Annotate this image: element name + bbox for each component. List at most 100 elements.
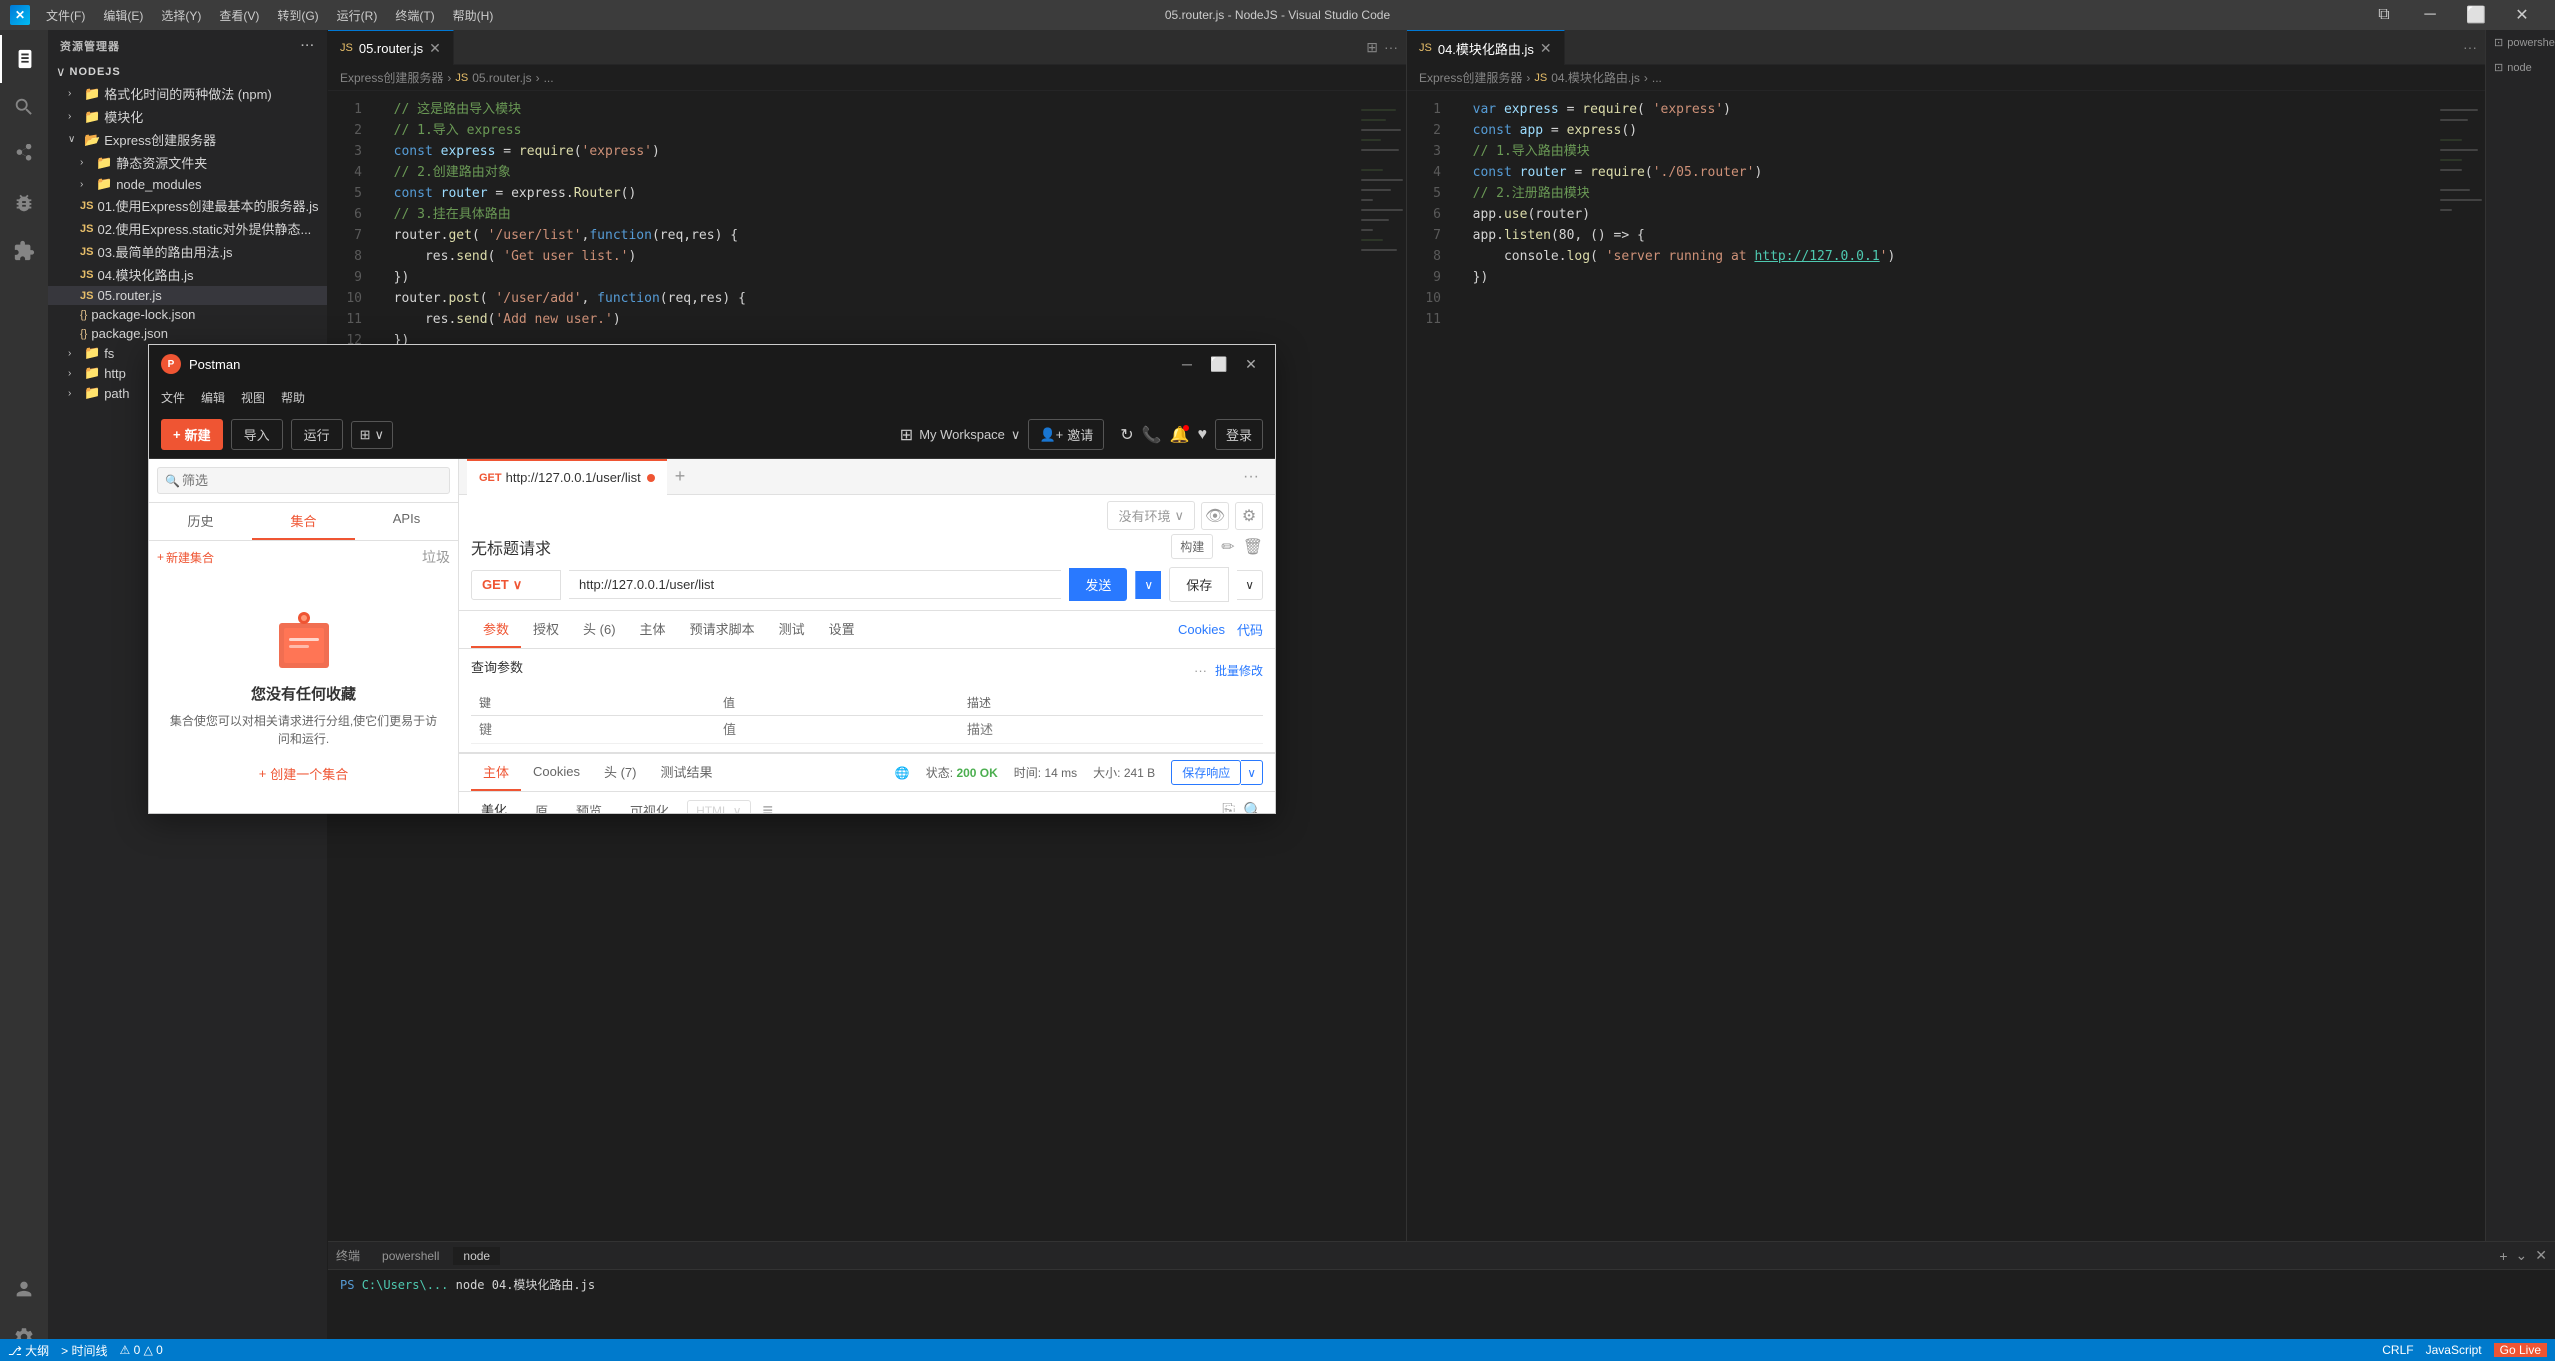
- pencil-icon[interactable]: ✏: [1221, 537, 1234, 557]
- new-collection-btn[interactable]: + 新建集合: [157, 549, 214, 566]
- request-tab-active[interactable]: GET http://127.0.0.1/user/list: [467, 459, 667, 495]
- save-dropdown-btn[interactable]: ∨: [1237, 570, 1263, 600]
- postman-workspace-selector[interactable]: ⊞ My Workspace ∨: [900, 425, 1021, 445]
- resp-format-beautify[interactable]: 美化: [471, 796, 517, 813]
- activity-explorer[interactable]: [0, 35, 48, 83]
- nodejs-root[interactable]: ∨ NODEJS: [48, 62, 327, 82]
- postman-menu-help[interactable]: 帮助: [281, 389, 305, 406]
- response-tab-test-results[interactable]: 测试结果: [649, 754, 725, 791]
- postman-new-button[interactable]: + 新建: [161, 419, 223, 450]
- save-response-btn[interactable]: 保存响应: [1171, 760, 1241, 785]
- param-tab-tests[interactable]: 测试: [767, 611, 817, 648]
- build-btn[interactable]: 构建: [1171, 534, 1213, 559]
- window-layout-btn[interactable]: ⧉: [2361, 0, 2407, 30]
- save-response-dropdown[interactable]: ∨: [1241, 760, 1263, 785]
- menu-view[interactable]: 查看(V): [211, 5, 267, 26]
- response-tab-cookies[interactable]: Cookies: [521, 756, 592, 789]
- sidebar-item-format[interactable]: › 📁 格式化时间的两种做法 (npm): [48, 82, 327, 105]
- postman-minimize-btn[interactable]: ─: [1175, 352, 1199, 376]
- postman-restore-btn[interactable]: ⬜: [1207, 352, 1231, 376]
- send-button[interactable]: 发送: [1069, 568, 1127, 601]
- code-content-right[interactable]: 12345 678910 11 var express = require( '…: [1407, 91, 2485, 1241]
- url-input[interactable]: [569, 570, 1061, 599]
- param-tab-pre-request[interactable]: 预请求脚本: [678, 611, 767, 648]
- format-select[interactable]: HTML ∨: [687, 800, 750, 814]
- create-collection-btn[interactable]: + 创建一个集合: [259, 764, 349, 783]
- param-tab-auth[interactable]: 授权: [521, 611, 571, 648]
- delete-icon[interactable]: 🗑: [1243, 537, 1263, 557]
- tab-close-btn[interactable]: ✕: [429, 40, 441, 57]
- postman-layout-button[interactable]: ⊞ ∨: [351, 421, 393, 449]
- sidebar-item-03[interactable]: JS 03.最简单的路由用法.js: [48, 240, 327, 263]
- postman-menu-file[interactable]: 文件: [161, 389, 185, 406]
- activity-search[interactable]: [0, 83, 48, 131]
- menu-goto[interactable]: 转到(G): [269, 5, 326, 26]
- sidebar-item-module[interactable]: › 📁 模块化: [48, 105, 327, 128]
- menu-run[interactable]: 运行(R): [329, 5, 386, 26]
- trash-btn[interactable]: 垃圾: [422, 547, 450, 567]
- activity-git[interactable]: [0, 131, 48, 179]
- menu-edit[interactable]: 编辑(E): [95, 5, 151, 26]
- sidebar-item-node-modules[interactable]: › 📁 node_modules: [48, 174, 327, 194]
- tab-more-icon2[interactable]: ···: [2463, 39, 2477, 55]
- param-tab-body[interactable]: 主体: [628, 611, 678, 648]
- param-value-input[interactable]: [723, 722, 951, 737]
- sidebar-item-express[interactable]: ∨ 📂 Express创建服务器: [48, 128, 327, 151]
- resp-format-visualize[interactable]: 可视化: [620, 797, 679, 813]
- method-select[interactable]: GET ∨: [471, 570, 561, 600]
- status-timeline[interactable]: > 时间线: [61, 1342, 107, 1359]
- param-key-input[interactable]: [479, 722, 707, 737]
- search-response-icon[interactable]: 🔍: [1243, 801, 1263, 814]
- terminal-tab-powershell[interactable]: powershell: [372, 1247, 449, 1265]
- split-editor-icon[interactable]: ⊞: [1366, 39, 1378, 56]
- phone-icon[interactable]: 📞: [1142, 425, 1162, 445]
- menu-help[interactable]: 帮助(H): [445, 5, 502, 26]
- window-minimize-btn[interactable]: ─: [2407, 0, 2453, 30]
- search-input[interactable]: [157, 467, 450, 494]
- sidebar-item-static[interactable]: › 📁 静态资源文件夹: [48, 151, 327, 174]
- activity-extensions[interactable]: [0, 227, 48, 275]
- terminal-tab-node[interactable]: node: [453, 1247, 500, 1265]
- sidebar-item-02[interactable]: JS 02.使用Express.static对外提供静态...: [48, 217, 327, 240]
- tab-close-btn2[interactable]: ✕: [1540, 40, 1552, 57]
- response-tab-body[interactable]: 主体: [471, 754, 521, 791]
- param-tab-params[interactable]: 参数: [471, 611, 521, 648]
- save-button[interactable]: 保存: [1169, 567, 1229, 602]
- status-crlf[interactable]: CRLF: [2382, 1343, 2413, 1357]
- sidebar-item-05[interactable]: JS 05.router.js: [48, 286, 327, 305]
- sidebar-item-package[interactable]: {} package.json: [48, 324, 327, 343]
- postman-import-button[interactable]: 导入: [231, 419, 283, 450]
- wrap-icon[interactable]: ≡: [763, 800, 774, 813]
- window-close-btn[interactable]: ✕: [2499, 0, 2545, 30]
- resp-format-preview[interactable]: 预览: [566, 797, 612, 813]
- param-tab-headers[interactable]: 头 (6): [571, 611, 628, 648]
- status-lang[interactable]: JavaScript: [2426, 1343, 2482, 1357]
- cookies-link[interactable]: Cookies: [1178, 622, 1225, 637]
- postman-menu-edit[interactable]: 编辑: [201, 389, 225, 406]
- copy-icon[interactable]: ⎘: [1222, 802, 1235, 814]
- postman-close-btn[interactable]: ✕: [1239, 352, 1263, 376]
- sidebar-item-01[interactable]: JS 01.使用Express创建最基本的服务器.js: [48, 194, 327, 217]
- postman-tab-apis[interactable]: APIs: [355, 503, 458, 540]
- param-tab-settings[interactable]: 设置: [817, 611, 867, 648]
- activity-debug[interactable]: [0, 179, 48, 227]
- sidebar-more-icon[interactable]: ···: [301, 40, 315, 52]
- status-git[interactable]: ⎇ 大纲: [8, 1342, 49, 1359]
- bulk-edit-btn[interactable]: 批量修改: [1215, 662, 1263, 679]
- env-selector[interactable]: 没有环境 ∨: [1107, 501, 1195, 530]
- terminal-more-btn[interactable]: ⌄: [2516, 1247, 2528, 1264]
- code-link[interactable]: 代码: [1237, 620, 1263, 639]
- menu-select[interactable]: 选择(Y): [153, 5, 209, 26]
- response-tab-headers[interactable]: 头 (7): [592, 754, 649, 791]
- more-options-icon[interactable]: ···: [1194, 663, 1207, 678]
- menu-terminal[interactable]: 终端(T): [387, 5, 442, 26]
- env-eye-btn[interactable]: 👁: [1201, 502, 1229, 530]
- postman-signin-button[interactable]: 登录: [1215, 419, 1263, 450]
- request-tab-add-btn[interactable]: +: [667, 466, 694, 487]
- heart-icon[interactable]: ♥: [1197, 426, 1207, 444]
- param-desc-input[interactable]: [967, 722, 1195, 737]
- postman-menu-view[interactable]: 视图: [241, 389, 265, 406]
- menu-file[interactable]: 文件(F): [38, 5, 93, 26]
- postman-tab-history[interactable]: 历史: [149, 503, 252, 540]
- activity-account[interactable]: [0, 1265, 48, 1313]
